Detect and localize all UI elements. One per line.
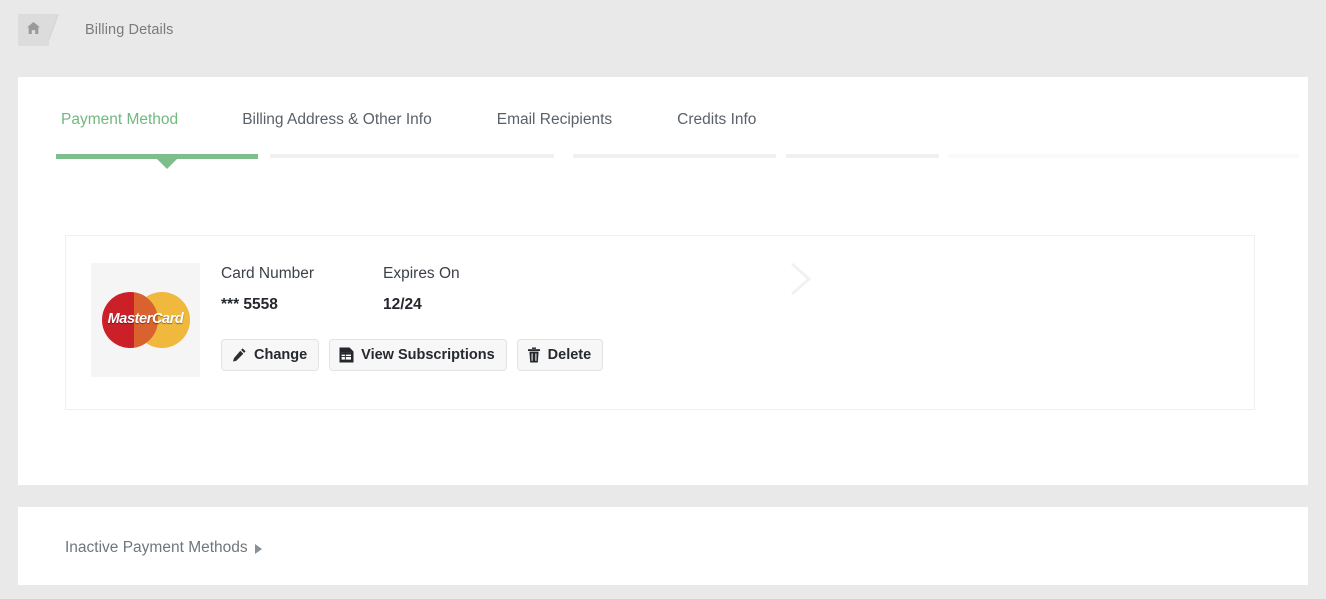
card-number-value: *** 5558 (221, 295, 383, 315)
active-tab-caret-icon (157, 159, 177, 169)
inactive-payment-methods-toggle[interactable]: Inactive Payment Methods (65, 539, 262, 557)
pencil-icon (231, 347, 247, 363)
card-action-buttons: Change View Subscriptions (221, 339, 603, 371)
card-field-group: Card Number *** 5558 Expires On 12/24 (221, 263, 460, 315)
tab-underline-credits-info (786, 154, 939, 158)
expires-on-label: Expires On (383, 263, 460, 285)
breadcrumb-separator (49, 14, 67, 46)
tab-underline-billing-address (270, 154, 554, 158)
delete-button-label: Delete (548, 346, 592, 364)
tab-underline-email-recipients (573, 154, 776, 158)
breadcrumb-home-button[interactable] (18, 14, 49, 46)
expires-on-value: 12/24 (383, 295, 460, 315)
breadcrumb-label: Billing Details (85, 22, 174, 38)
tab-bar: Payment Method Billing Address & Other I… (38, 110, 1299, 180)
card-brand-logo: MasterCard (91, 263, 200, 377)
mastercard-wordmark: MasterCard (102, 312, 190, 327)
inactive-payment-methods-panel: Inactive Payment Methods (18, 507, 1308, 585)
table-document-icon (339, 347, 354, 363)
breadcrumb: Billing Details (18, 14, 174, 46)
tab-underline-filler (948, 154, 1299, 158)
expires-on-field: Expires On 12/24 (383, 263, 460, 315)
card-number-label: Card Number (221, 263, 383, 285)
tab-payment-method[interactable]: Payment Method (61, 110, 178, 130)
payment-method-panel: Payment Method Billing Address & Other I… (18, 77, 1308, 485)
inactive-payment-methods-label: Inactive Payment Methods (65, 539, 248, 557)
delete-button[interactable]: Delete (517, 339, 604, 371)
chevron-right-icon[interactable] (784, 259, 818, 299)
payment-card-row[interactable]: MasterCard Card Number *** 5558 Expires … (65, 235, 1255, 410)
triangle-right-icon (255, 544, 262, 554)
trash-icon (527, 347, 541, 363)
change-button[interactable]: Change (221, 339, 319, 371)
view-subscriptions-button-label: View Subscriptions (361, 346, 495, 364)
change-button-label: Change (254, 346, 307, 364)
card-number-field: Card Number *** 5558 (221, 263, 383, 315)
view-subscriptions-button[interactable]: View Subscriptions (329, 339, 507, 371)
tab-credits-info[interactable]: Credits Info (677, 110, 756, 130)
tab-underline-group (38, 154, 1299, 168)
home-icon (26, 21, 41, 40)
mastercard-logo-icon: MasterCard (102, 292, 190, 348)
tab-billing-address[interactable]: Billing Address & Other Info (242, 110, 432, 130)
tab-email-recipients[interactable]: Email Recipients (497, 110, 612, 130)
